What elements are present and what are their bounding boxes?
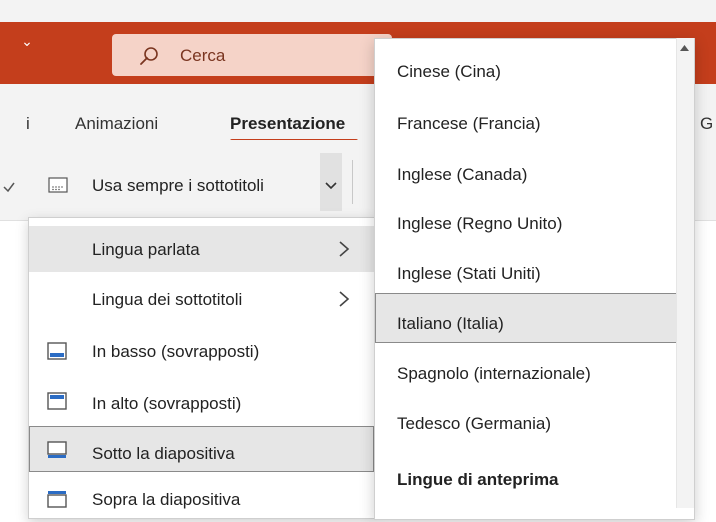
- captions-button[interactable]: Usa sempre i sottotitoli: [92, 176, 264, 196]
- scrollbar[interactable]: [676, 38, 694, 508]
- tab-partial-left[interactable]: i: [26, 114, 30, 134]
- search-icon: [138, 45, 160, 67]
- position-above-slide-icon: [47, 490, 67, 508]
- menu-item-label: Sotto la diapositiva: [92, 444, 235, 463]
- language-option[interactable]: Inglese (Regno Unito): [397, 214, 562, 234]
- tab-partial-right[interactable]: G: [700, 114, 713, 134]
- language-option[interactable]: Inglese (Stati Uniti): [397, 264, 541, 284]
- window-top-strip: [0, 0, 716, 22]
- chevron-down-icon[interactable]: ⌄: [16, 30, 38, 52]
- preview-languages-header: Lingue di anteprima: [397, 470, 559, 489]
- scroll-up-arrow-icon[interactable]: [676, 38, 693, 60]
- menu-item-label: In basso (sovrapposti): [92, 342, 260, 361]
- chevron-down-icon: [323, 178, 339, 192]
- language-option[interactable]: Cinese (Cina): [397, 62, 501, 82]
- language-option[interactable]: Inglese (Canada): [397, 165, 527, 185]
- chevron-right-icon: [336, 288, 352, 310]
- toolbar-divider: [352, 160, 353, 204]
- search-placeholder[interactable]: Cerca: [180, 46, 225, 66]
- position-bottom-overlay-icon: [47, 342, 67, 360]
- position-top-overlay-icon: [47, 392, 67, 410]
- language-option[interactable]: Tedesco (Germania): [397, 414, 551, 434]
- language-option[interactable]: Spagnolo (internazionale): [397, 364, 591, 384]
- language-option[interactable]: Francese (Francia): [397, 114, 541, 134]
- language-option-selected[interactable]: Italiano (Italia): [397, 314, 504, 334]
- menu-item-label: Sopra la diapositiva: [92, 490, 241, 509]
- tab-slideshow[interactable]: Presentazione: [230, 114, 345, 134]
- menu-item-spoken-language[interactable]: [29, 226, 374, 272]
- position-below-slide-icon: [47, 441, 67, 459]
- menu-item-label: Lingua dei sottotitoli: [92, 290, 243, 309]
- menu-item-label: Lingua parlata: [92, 240, 200, 259]
- menu-item-label: In alto (sovrapposti): [92, 394, 242, 413]
- chevron-right-icon: [336, 238, 352, 260]
- subtitles-icon: [48, 176, 68, 194]
- checkmark-icon: [2, 180, 26, 200]
- tab-animations[interactable]: Animazioni: [75, 114, 158, 134]
